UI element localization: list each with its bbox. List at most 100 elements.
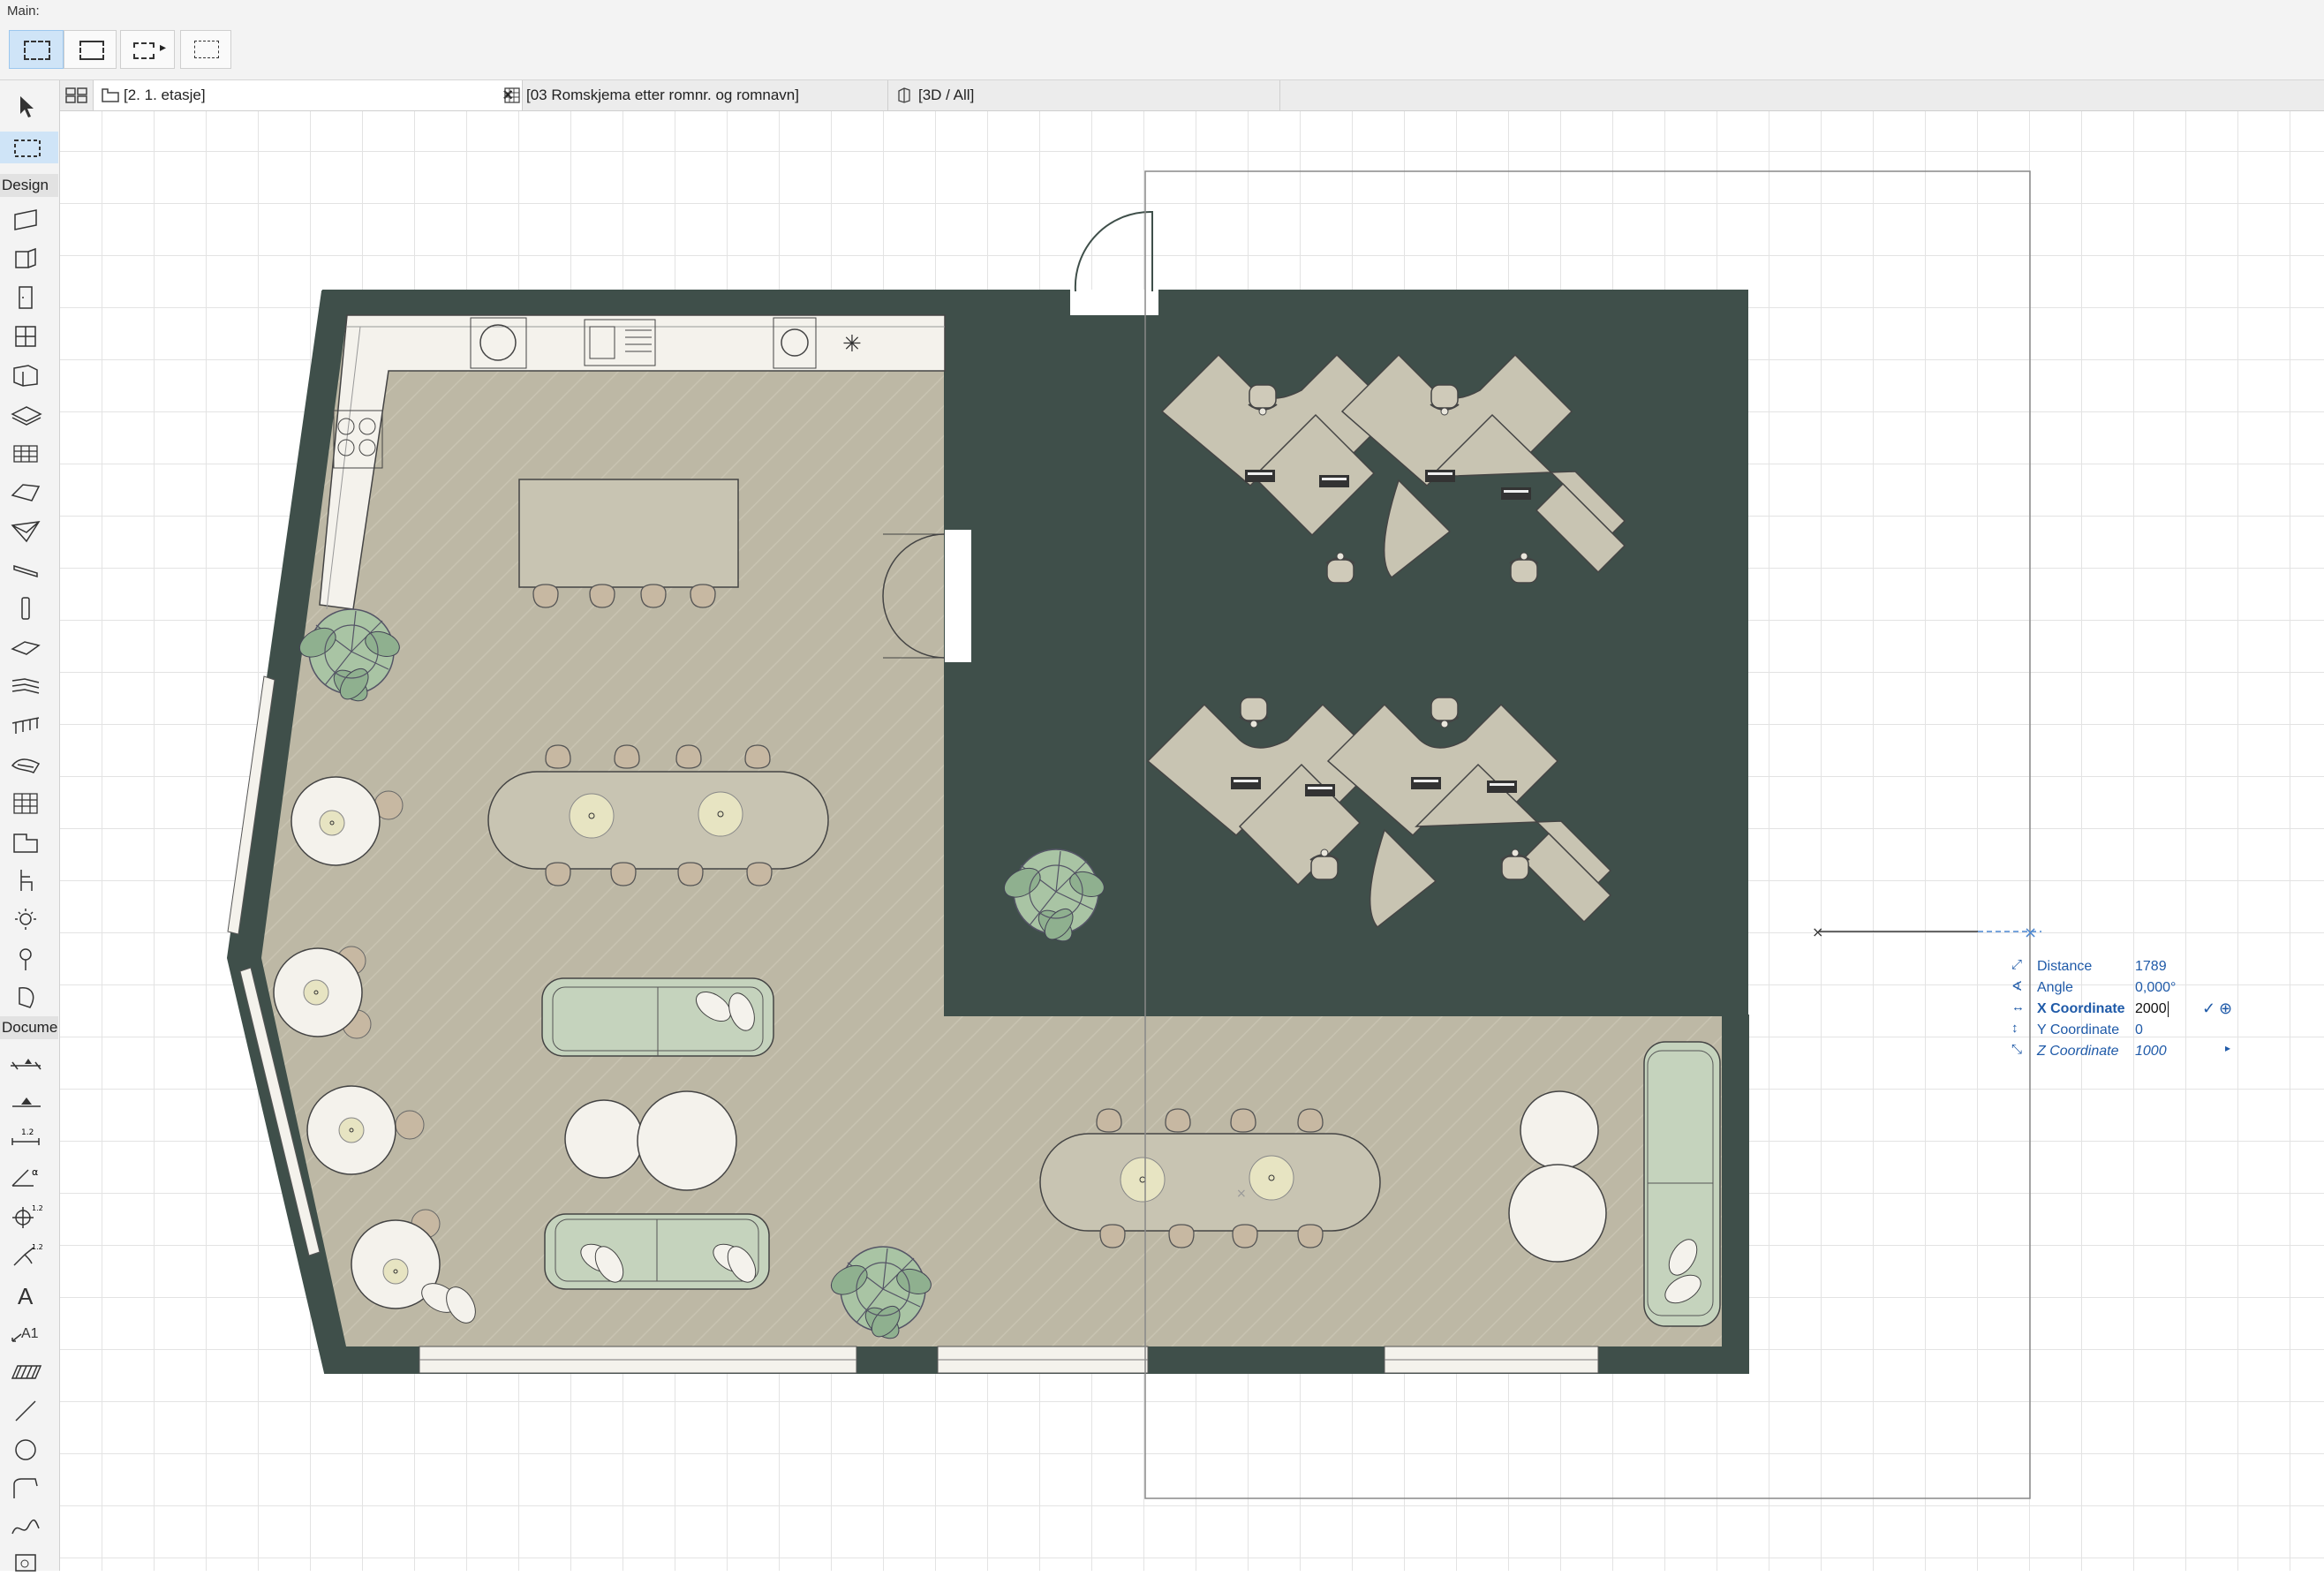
tracker-z-row[interactable]: ⤡ Z Coordinate 1000 ▸ xyxy=(2004,1042,2243,1061)
tab-label: [2. 1. etasje] xyxy=(124,87,206,103)
label-tool[interactable] xyxy=(7,942,46,974)
coordinate-tracker: ⤢ Distance 1789 ∢ Angle 0,000° ↔ X Coord… xyxy=(2004,957,2243,1072)
floor-plan-canvas[interactable]: ✳ × × × xyxy=(60,111,2324,1571)
tab-schedule[interactable]: [03 Romskjema etter romnr. og romnavn] xyxy=(496,80,888,110)
marquee-small-icon xyxy=(133,42,155,59)
tab-label: [3D / All] xyxy=(918,87,975,103)
column-tool[interactable] xyxy=(7,592,46,624)
marquee-options-button[interactable]: ▸ xyxy=(120,30,175,69)
tab-floor-plan[interactable]: [2. 1. etasje] × xyxy=(94,80,523,110)
railing-tool[interactable] xyxy=(7,709,46,741)
marquee-tool[interactable] xyxy=(0,132,58,163)
text-tool[interactable]: A xyxy=(7,1278,46,1309)
y-coordinate-label: Y Coordinate xyxy=(2037,1022,2120,1037)
marquee-rotated-button[interactable] xyxy=(64,30,117,69)
angle-value[interactable]: 0,000° xyxy=(2135,980,2176,996)
marquee-thin-icon xyxy=(194,41,219,58)
change-tool[interactable] xyxy=(7,981,46,1013)
vertical-arrow-icon: ↕ xyxy=(2011,1021,2018,1036)
y-coordinate-value[interactable]: 0 xyxy=(2135,1022,2143,1038)
text-dimension-tool[interactable]: 1.2 xyxy=(7,1122,46,1154)
dimension-icon xyxy=(11,1059,42,1070)
crosshair-icon[interactable]: ⊕ xyxy=(2219,999,2232,1018)
document-section-header[interactable]: Docume xyxy=(0,1016,58,1039)
check-icon[interactable]: ✓ xyxy=(2202,999,2215,1018)
angle-dimension-tool[interactable]: α xyxy=(7,1161,46,1193)
spline-tool[interactable] xyxy=(7,1511,46,1543)
label-text-tool[interactable]: A1 xyxy=(7,1316,46,1348)
roof-tool[interactable] xyxy=(7,476,46,508)
beam-tool[interactable] xyxy=(7,554,46,585)
curtain-wall-tool[interactable] xyxy=(7,243,46,275)
circle-icon xyxy=(15,1439,36,1460)
door-icon xyxy=(19,286,33,309)
3d-view-icon xyxy=(898,87,910,103)
elevation-dimension-tool[interactable]: 1.2 xyxy=(7,1200,46,1232)
angle-icon: ∢ xyxy=(2011,979,2023,994)
beam-icon xyxy=(13,564,38,578)
line-tool[interactable] xyxy=(7,1394,46,1426)
level-icon xyxy=(12,1097,41,1107)
tracker-distance-row[interactable]: ⤢ Distance 1789 xyxy=(2004,957,2243,977)
radius-icon: 1.2 xyxy=(13,1243,43,1266)
wall-icon xyxy=(14,209,37,230)
label-icon: A1 xyxy=(11,1326,39,1342)
marquee-settings-button[interactable] xyxy=(180,30,231,69)
toolbox-palette: Design Docume 1.2 α 1.2 1.2 A A1 xyxy=(0,80,81,1572)
door-tool[interactable] xyxy=(7,282,46,313)
text-icon: A xyxy=(18,1283,34,1309)
tracker-x-row[interactable]: ↔ X Coordinate 2000 ✓ ⊕ xyxy=(2004,999,2243,1019)
morph-tool[interactable] xyxy=(7,748,46,780)
svg-text:A1: A1 xyxy=(21,1326,39,1341)
x-coordinate-input[interactable]: 2000 xyxy=(2135,1001,2169,1017)
marquee-button[interactable] xyxy=(9,30,64,69)
polyline-icon xyxy=(13,1478,38,1498)
expand-arrow-icon[interactable]: ▸ xyxy=(2225,1042,2230,1054)
window-tool[interactable] xyxy=(7,321,46,352)
z-coordinate-label: Z Coordinate xyxy=(2037,1044,2119,1059)
grid-icon xyxy=(13,793,38,814)
chair-icon xyxy=(20,870,33,891)
z-coordinate-value[interactable]: 1000 xyxy=(2135,1044,2167,1060)
tab-3d[interactable]: [3D / All] xyxy=(888,80,1280,110)
marquee-alt-icon xyxy=(79,41,104,60)
mesh-tool[interactable] xyxy=(7,437,46,469)
tracker-angle-row[interactable]: ∢ Angle 0,000° xyxy=(2004,978,2243,998)
zone-tool[interactable] xyxy=(7,826,46,857)
shell-tool[interactable] xyxy=(7,515,46,547)
wall-tool[interactable] xyxy=(7,204,46,236)
skylight-icon xyxy=(13,365,38,387)
tab-overview-button[interactable] xyxy=(60,80,94,110)
svg-text:1.2: 1.2 xyxy=(32,1243,43,1251)
lamp-tool[interactable] xyxy=(7,903,46,935)
svg-text:✳: ✳ xyxy=(842,331,862,358)
grid-view-icon xyxy=(65,87,87,103)
spline-icon xyxy=(11,1519,40,1535)
distance-icon: ⤢ xyxy=(2011,957,2023,972)
arrow-tool[interactable] xyxy=(7,91,46,123)
tab-label: [03 Romskjema etter romnr. og romnavn] xyxy=(526,87,799,103)
figure-tool[interactable] xyxy=(7,1548,46,1580)
slab-plane-tool[interactable] xyxy=(7,631,46,663)
svg-text:1.2: 1.2 xyxy=(21,1128,34,1137)
level-dimension-tool[interactable] xyxy=(7,1083,46,1115)
horizontal-arrow-icon: ↔ xyxy=(2011,999,2025,1015)
object-tool[interactable] xyxy=(7,864,46,896)
distance-label: Distance xyxy=(2037,959,2093,974)
tracker-y-row[interactable]: ↕ Y Coordinate 0 xyxy=(2004,1021,2243,1040)
polyline-tool[interactable] xyxy=(7,1472,46,1504)
line-icon xyxy=(15,1400,36,1422)
slab-tool[interactable] xyxy=(7,398,46,430)
radial-tool[interactable]: 1.2 xyxy=(7,1239,46,1271)
main-toolbar: Main: ▸ xyxy=(0,0,2324,80)
circle-tool[interactable] xyxy=(7,1433,46,1465)
distance-value[interactable]: 1789 xyxy=(2135,959,2167,975)
fill-tool[interactable] xyxy=(7,1355,46,1387)
design-section-header[interactable]: Design xyxy=(0,174,58,197)
grid-tool[interactable] xyxy=(7,787,46,818)
image-icon xyxy=(15,1554,36,1572)
stair-tool[interactable] xyxy=(7,670,46,702)
column-icon xyxy=(21,597,30,620)
skylight-tool[interactable] xyxy=(7,359,46,391)
dimension-tool[interactable] xyxy=(7,1045,46,1076)
